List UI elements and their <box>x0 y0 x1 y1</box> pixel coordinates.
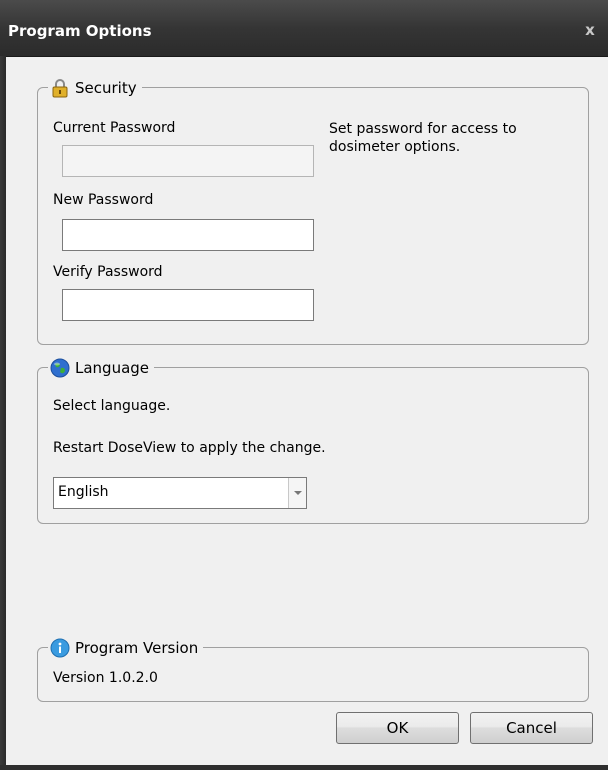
current-password-field[interactable] <box>62 145 314 177</box>
security-legend: Security <box>48 77 142 99</box>
password-hint-text: Set password for access to dosimeter opt… <box>329 121 517 155</box>
program-version-groupbox: Program Version Version 1.0.2.0 <box>37 637 589 702</box>
restart-note-text: Restart DoseView to apply the change. <box>53 440 326 456</box>
language-groupbox: Language Select language. Restart DoseVi… <box>37 357 589 524</box>
program-version-legend: Program Version <box>48 637 204 659</box>
window-title: Program Options <box>8 22 152 40</box>
title-bar[interactable]: Program Options x <box>0 0 608 57</box>
new-password-label: New Password <box>53 192 154 208</box>
language-select[interactable]: English <box>53 477 307 509</box>
program-options-window: Program Options x Security Current Passw… <box>0 0 608 770</box>
verify-password-field[interactable] <box>62 289 314 321</box>
language-dropdown-button[interactable] <box>288 478 306 508</box>
chevron-down-icon <box>294 491 302 495</box>
lock-icon <box>52 79 68 98</box>
language-select-value: English <box>58 484 109 500</box>
info-icon <box>50 638 70 658</box>
ok-button[interactable]: OK <box>336 712 459 744</box>
security-groupbox: Security Current Password New Password V… <box>37 77 589 345</box>
cancel-button[interactable]: Cancel <box>470 712 593 744</box>
language-legend: Language <box>48 357 155 379</box>
version-text: Version 1.0.2.0 <box>53 670 158 686</box>
close-icon[interactable]: x <box>582 22 598 38</box>
globe-icon <box>50 358 70 378</box>
language-legend-label: Language <box>75 359 150 377</box>
window-frame-bottom <box>0 765 608 770</box>
select-language-text: Select language. <box>53 398 171 414</box>
security-legend-label: Security <box>75 79 137 97</box>
verify-password-label: Verify Password <box>53 264 163 280</box>
new-password-field[interactable] <box>62 219 314 251</box>
program-version-legend-label: Program Version <box>75 639 199 657</box>
current-password-label: Current Password <box>53 120 176 136</box>
dialog-client-area: Security Current Password New Password V… <box>6 57 608 765</box>
